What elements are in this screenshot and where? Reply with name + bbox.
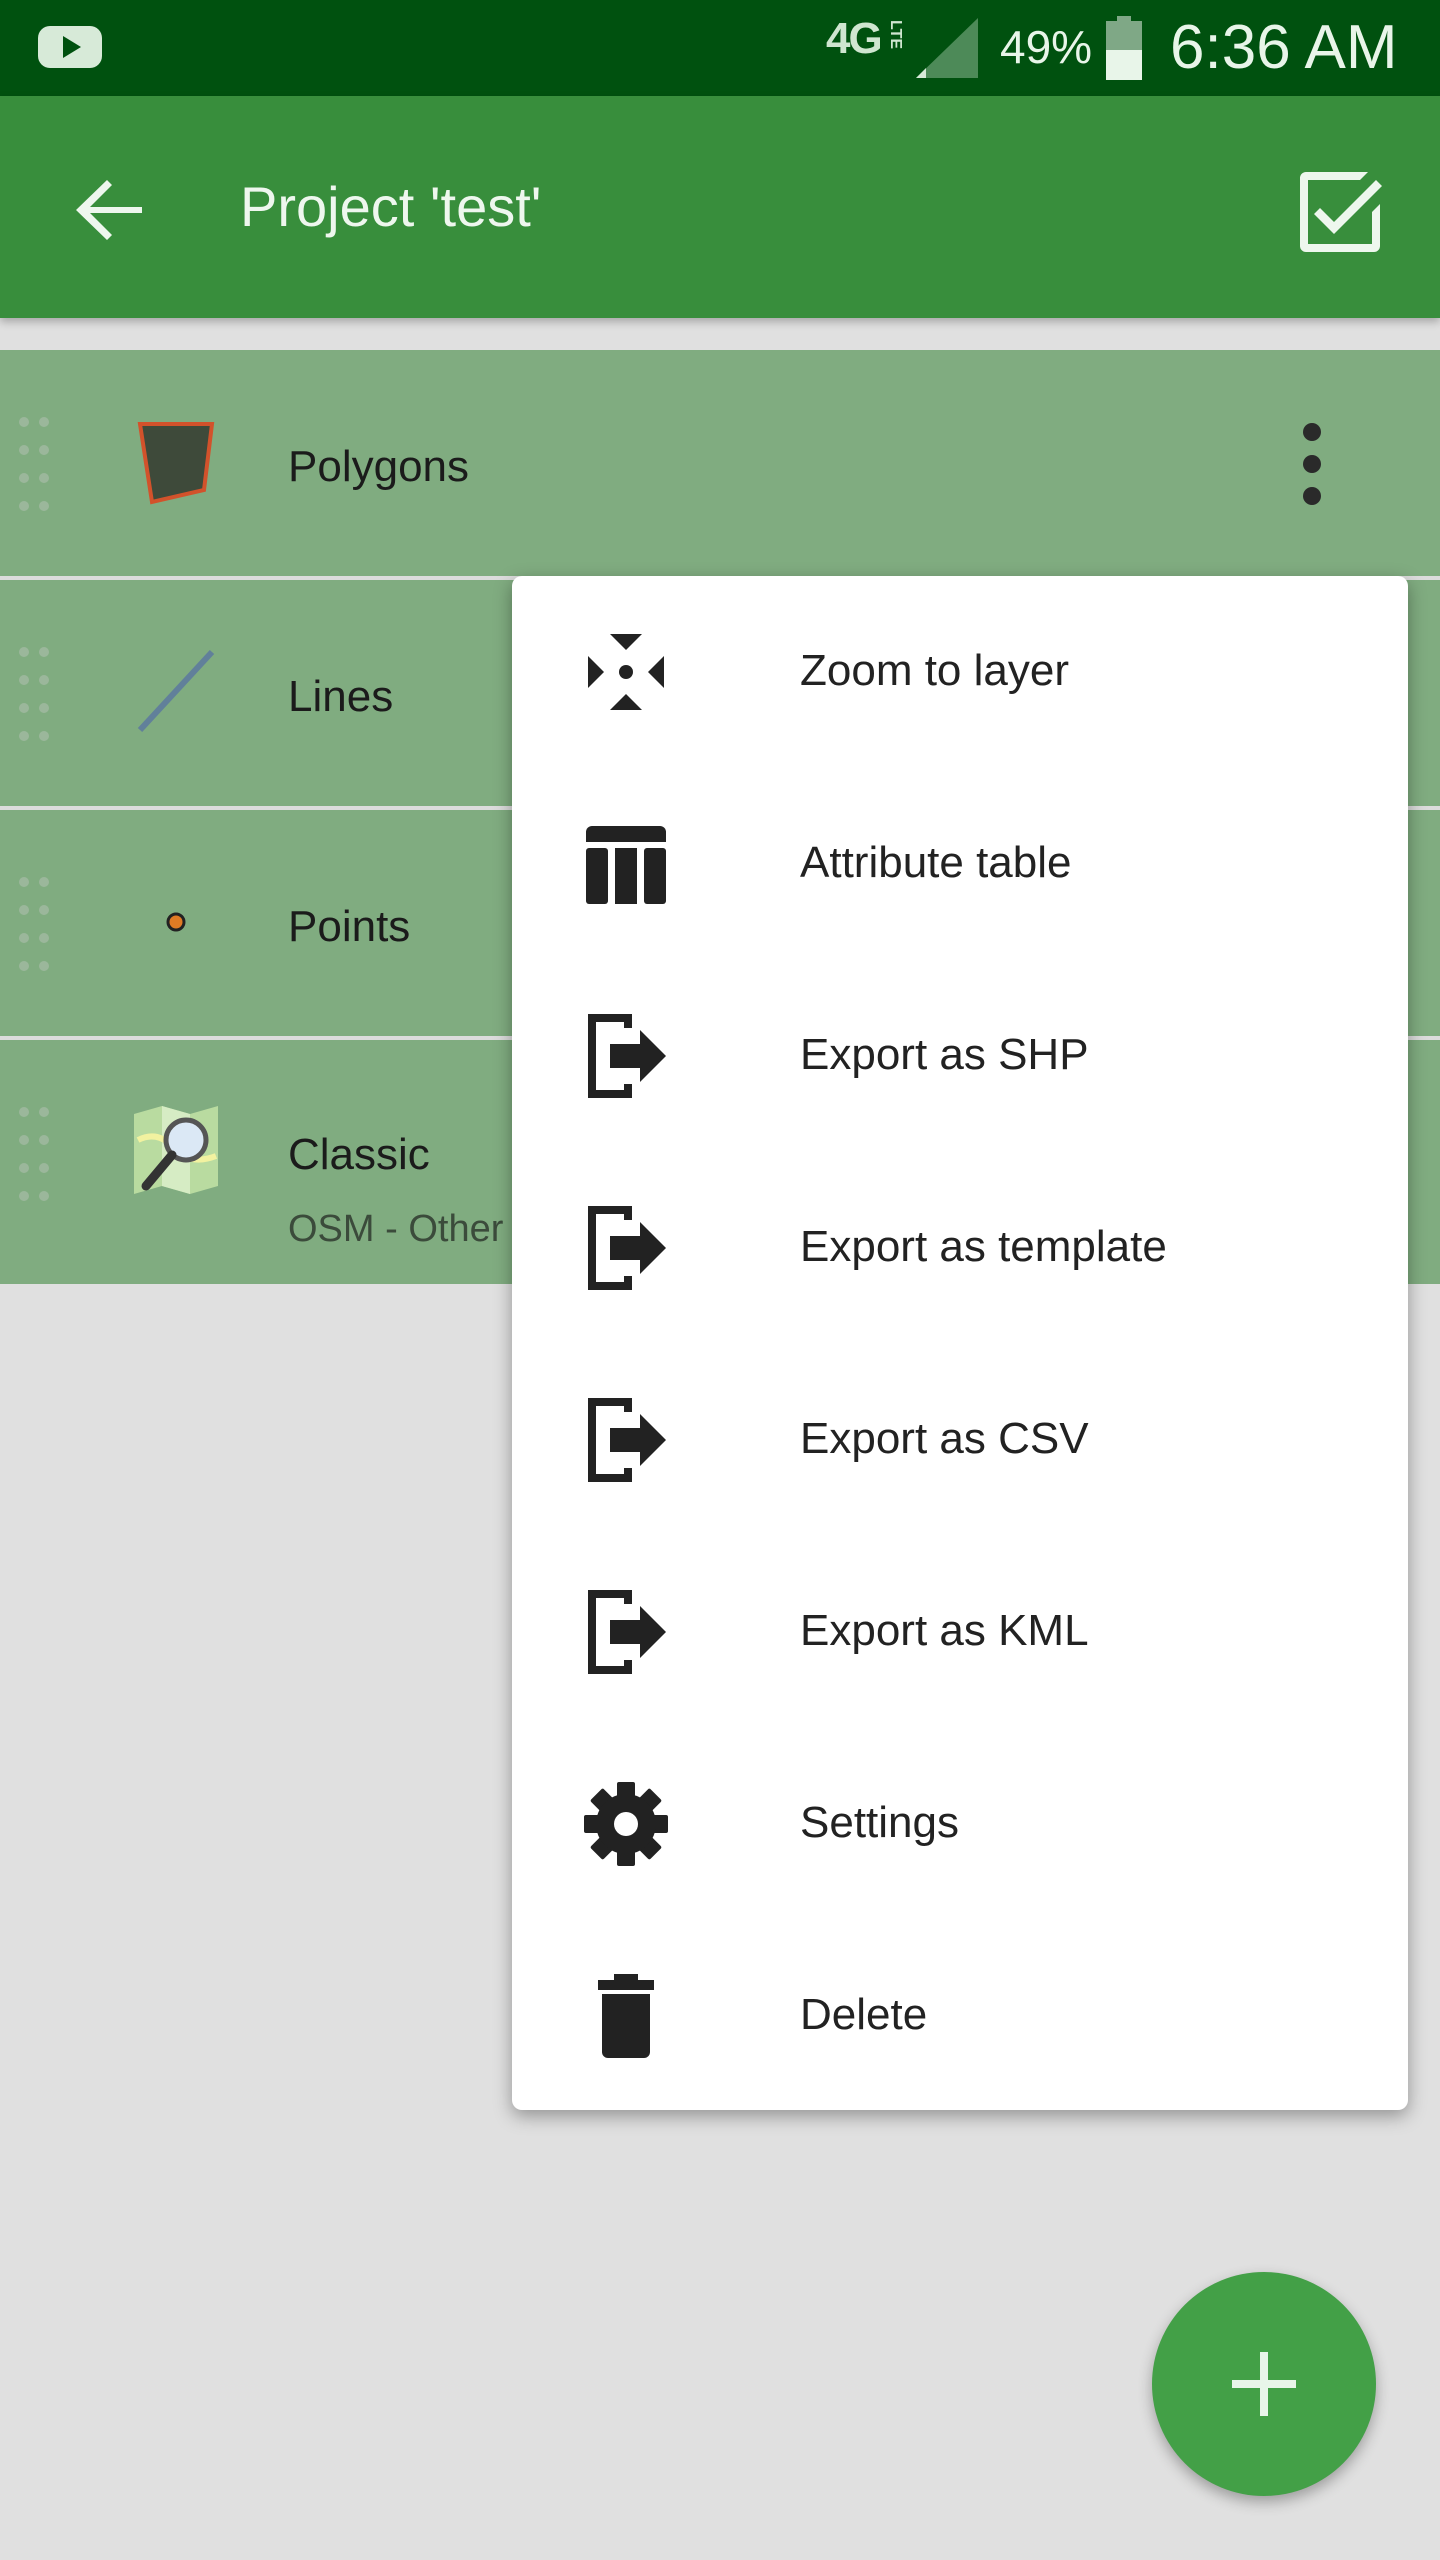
menu-item-delete[interactable]: Delete: [512, 1920, 1408, 2112]
menu-item-settings[interactable]: Settings: [512, 1728, 1408, 1920]
trash-icon: [598, 1974, 654, 2058]
line-layer-icon: [137, 649, 215, 733]
page-title: Project 'test': [240, 175, 542, 238]
layer-name: Polygons: [288, 442, 470, 491]
drag-handle-icon[interactable]: [16, 1104, 52, 1204]
export-icon: [588, 1590, 666, 1674]
menu-item-export-shp[interactable]: Export as SHP: [512, 960, 1408, 1152]
overflow-menu-icon[interactable]: [1286, 418, 1338, 514]
layer-subtitle: OSM - Other: [288, 1208, 504, 1250]
menu-item-label: Export as KML: [800, 1606, 1089, 1655]
layer-name: Points: [288, 902, 411, 951]
checkbox-confirm-icon[interactable]: [1292, 164, 1388, 260]
layer-name: Classic: [288, 1130, 430, 1179]
export-icon: [588, 1398, 666, 1482]
osm-map-icon: [134, 1106, 218, 1194]
network-type-label: 4G: [826, 14, 883, 63]
add-layer-fab[interactable]: [1152, 2272, 1376, 2496]
menu-item-label: Export as template: [800, 1222, 1167, 1271]
youtube-notification-icon: [38, 26, 102, 68]
layer-context-menu: Zoom to layer Attribute table Export as …: [512, 576, 1408, 2110]
app-bar: Project 'test': [0, 96, 1440, 318]
menu-item-label: Settings: [800, 1798, 959, 1847]
status-bar: 4G LTE 49% 6:36 AM: [0, 0, 1440, 96]
menu-item-export-template[interactable]: Export as template: [512, 1152, 1408, 1344]
drag-handle-icon[interactable]: [16, 414, 52, 514]
menu-item-label: Export as CSV: [800, 1414, 1089, 1463]
battery-icon: [1106, 16, 1142, 80]
plus-icon: [1232, 2352, 1296, 2416]
menu-item-label: Export as SHP: [800, 1030, 1089, 1079]
polygon-layer-icon: [137, 422, 215, 505]
menu-item-zoom-to-layer[interactable]: Zoom to layer: [512, 576, 1408, 768]
battery-percent: 49%: [1000, 21, 1093, 73]
back-arrow-icon[interactable]: [62, 162, 158, 258]
layer-name: Lines: [288, 672, 394, 721]
drag-handle-icon[interactable]: [16, 644, 52, 744]
table-icon: [586, 826, 666, 904]
export-icon: [588, 1014, 666, 1098]
clock: 6:36 AM: [1170, 13, 1398, 82]
point-layer-icon: [166, 912, 186, 932]
network-lte-label: LTE: [887, 20, 904, 50]
drag-handle-icon[interactable]: [16, 874, 52, 974]
menu-item-attribute-table[interactable]: Attribute table: [512, 768, 1408, 960]
menu-item-export-csv[interactable]: Export as CSV: [512, 1344, 1408, 1536]
menu-item-label: Attribute table: [800, 838, 1072, 887]
menu-item-label: Delete: [800, 1990, 928, 2039]
signal-strength-icon: [916, 18, 978, 78]
gear-icon: [584, 1782, 668, 1866]
layer-row-polygons[interactable]: Polygons: [0, 350, 1440, 580]
menu-item-export-kml[interactable]: Export as KML: [512, 1536, 1408, 1728]
zoom-to-extent-icon: [588, 634, 664, 710]
export-icon: [588, 1206, 666, 1290]
menu-item-label: Zoom to layer: [800, 646, 1069, 695]
